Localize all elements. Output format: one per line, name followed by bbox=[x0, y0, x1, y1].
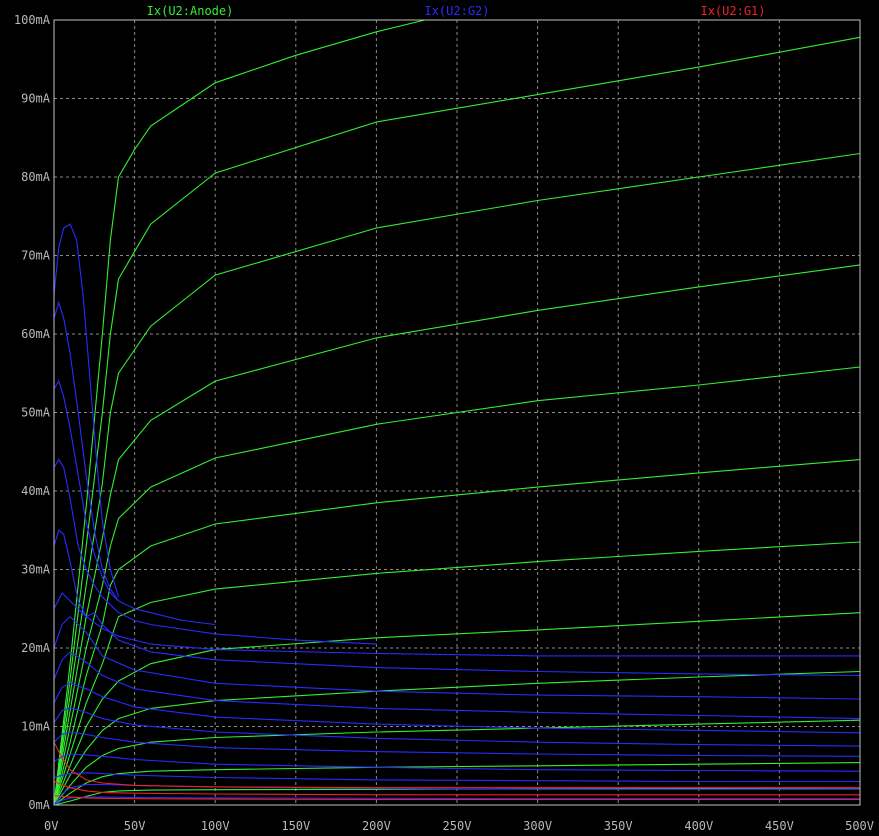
x-tick-label: 50V bbox=[124, 819, 146, 833]
y-tick-label: 0mA bbox=[28, 798, 50, 812]
x-tick-label: 350V bbox=[604, 819, 633, 833]
series-line bbox=[53, 651, 861, 720]
y-tick-label: 30mA bbox=[21, 563, 51, 577]
x-tick-label: 500V bbox=[845, 819, 874, 833]
series-line bbox=[53, 719, 861, 806]
y-tick-label: 50mA bbox=[21, 406, 51, 420]
y-tick-label: 40mA bbox=[21, 484, 51, 498]
legend-entry: Ix(U2:Anode) bbox=[147, 4, 234, 18]
legend-entry: Ix(U2:G1) bbox=[700, 4, 765, 18]
y-tick-label: 100mA bbox=[14, 13, 51, 27]
y-tick-label: 70mA bbox=[21, 249, 51, 263]
x-tick-label: 100V bbox=[201, 819, 230, 833]
x-tick-label: 250V bbox=[443, 819, 472, 833]
series-line bbox=[53, 753, 861, 772]
y-tick-label: 60mA bbox=[21, 327, 51, 341]
y-tick-label: 90mA bbox=[21, 92, 51, 106]
x-tick-label: 150V bbox=[281, 819, 310, 833]
legend: Ix(U2:Anode) Ix(U2:G2) Ix(U2:G1) bbox=[147, 4, 766, 18]
plot-area: 0mA 10mA 20mA 30mA 40mA 50mA 60mA 70mA 80mA 90mA 1… bbox=[14, 4, 874, 833]
y-tick-label: 20mA bbox=[21, 641, 51, 655]
x-tick-label: 450V bbox=[765, 819, 794, 833]
x-tick-label: 200V bbox=[362, 819, 391, 833]
legend-entry: Ix(U2:G2) bbox=[424, 4, 489, 18]
y-tick-label: 10mA bbox=[21, 720, 51, 734]
series-line bbox=[53, 682, 861, 734]
x-tick-labels: 0V 50V 100V 150V 200V 250V 300V 350V 400V 450V 500… bbox=[44, 819, 874, 833]
y-tick-labels: 0mA 10mA 20mA 30mA 40mA 50mA 60mA 70mA 80mA 90mA 1… bbox=[14, 13, 51, 812]
x-tick-label: 400V bbox=[684, 819, 713, 833]
series-line bbox=[53, 152, 861, 806]
y-tick-label: 80mA bbox=[21, 170, 51, 184]
x-tick-label: 0V bbox=[44, 819, 58, 833]
x-tick-label: 300V bbox=[523, 819, 552, 833]
